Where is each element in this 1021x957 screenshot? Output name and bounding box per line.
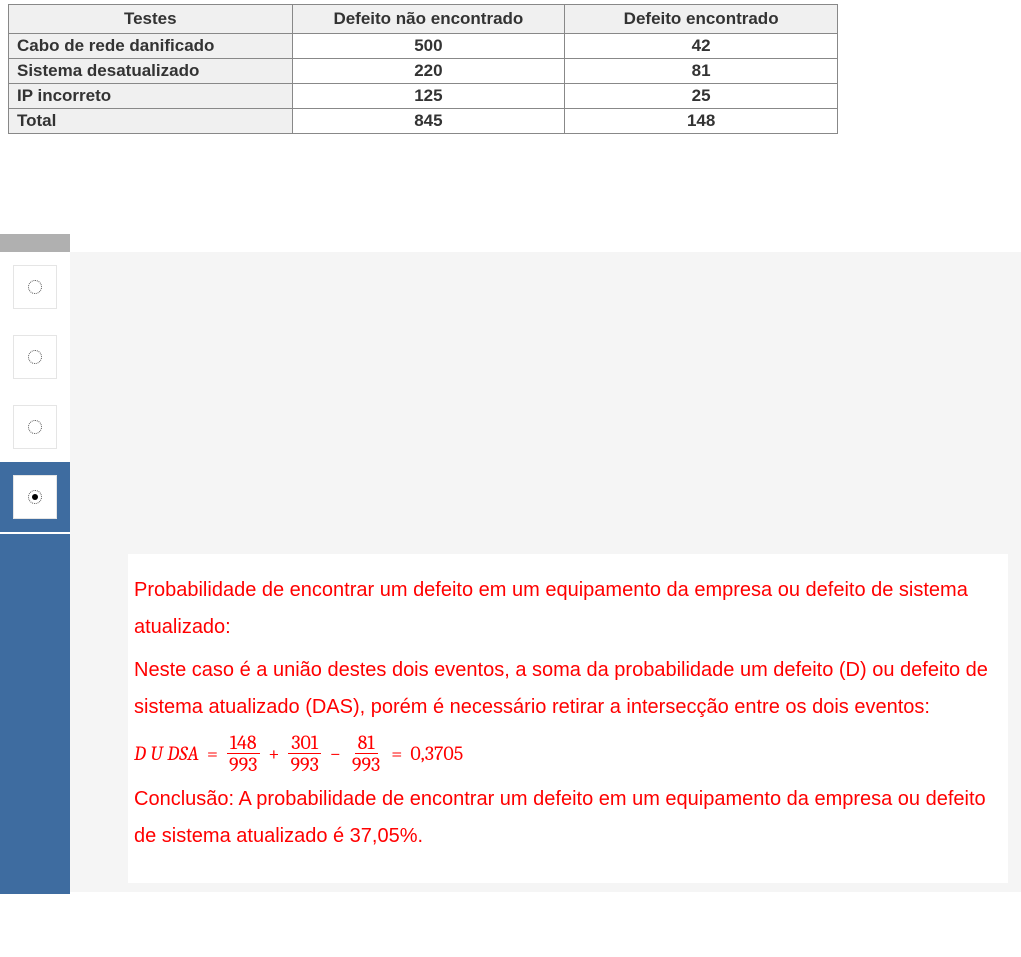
- radio-icon-checked: [28, 490, 42, 504]
- cell-nf: 125: [292, 84, 565, 109]
- row-label: Cabo de rede danificado: [9, 34, 293, 59]
- radio-frame: [13, 265, 57, 309]
- frac3-num: 81: [355, 732, 378, 754]
- formula-lhs: D U DSA: [134, 744, 199, 764]
- answer-card: Probabilidade de encontrar um defeito em…: [128, 554, 1008, 883]
- cell-f: 42: [565, 34, 838, 59]
- radio-icon: [28, 280, 42, 294]
- table-row: IP incorreto 125 25: [9, 84, 838, 109]
- cell-nf: 500: [292, 34, 565, 59]
- fraction-3: 81 993: [349, 732, 383, 775]
- formula-result: 0,3705: [410, 744, 463, 764]
- row-label: IP incorreto: [9, 84, 293, 109]
- table-row-total: Total 845 148: [9, 109, 838, 134]
- minus-sign: −: [330, 744, 341, 764]
- row-label: Sistema desatualizado: [9, 59, 293, 84]
- radio-icon: [28, 420, 42, 434]
- radio-option-4-selected[interactable]: [0, 462, 70, 532]
- plus-sign: +: [268, 744, 279, 764]
- row-label: Total: [9, 109, 293, 134]
- equals-sign-2: =: [391, 744, 402, 764]
- radio-option-3[interactable]: [0, 392, 70, 462]
- frac3-den: 993: [349, 754, 383, 775]
- equals-sign: =: [207, 744, 218, 764]
- radio-frame: [13, 335, 57, 379]
- answer-paragraph-3: Conclusão: A probabilidade de encontrar …: [134, 781, 1002, 855]
- fraction-1: 148 993: [226, 732, 260, 775]
- cell-f: 81: [565, 59, 838, 84]
- sidebar-selection-fill: [0, 534, 70, 894]
- answer-paragraph-1: Probabilidade de encontrar um defeito em…: [134, 572, 1002, 646]
- frac1-num: 148: [227, 732, 260, 754]
- answer-formula: D U DSA = 148 993 + 301 993 − 81 993 = 0…: [134, 732, 1002, 775]
- table-row: Sistema desatualizado 220 81: [9, 59, 838, 84]
- answer-stage: Probabilidade de encontrar um defeito em…: [0, 234, 1021, 934]
- tab-stub: [0, 234, 70, 252]
- cell-nf: 845: [292, 109, 565, 134]
- tests-table: Testes Defeito não encontrado Defeito en…: [8, 4, 838, 134]
- col-header-nao-encontrado: Defeito não encontrado: [292, 5, 565, 34]
- table-row: Cabo de rede danificado 500 42: [9, 34, 838, 59]
- col-header-encontrado: Defeito encontrado: [565, 5, 838, 34]
- frac2-den: 993: [287, 754, 321, 775]
- cell-f: 148: [565, 109, 838, 134]
- frac2-num: 301: [288, 732, 321, 754]
- fraction-2: 301 993: [287, 732, 321, 775]
- radio-option-2[interactable]: [0, 322, 70, 392]
- radio-frame: [13, 475, 57, 519]
- frac1-den: 993: [226, 754, 260, 775]
- data-table-container: Testes Defeito não encontrado Defeito en…: [0, 0, 1021, 134]
- cell-nf: 220: [292, 59, 565, 84]
- radio-option-1[interactable]: [0, 252, 70, 322]
- radio-frame: [13, 405, 57, 449]
- table-header-row: Testes Defeito não encontrado Defeito en…: [9, 5, 838, 34]
- answer-paragraph-2: Neste caso é a união destes dois eventos…: [134, 652, 1002, 726]
- radio-icon: [28, 350, 42, 364]
- cell-f: 25: [565, 84, 838, 109]
- col-header-testes: Testes: [9, 5, 293, 34]
